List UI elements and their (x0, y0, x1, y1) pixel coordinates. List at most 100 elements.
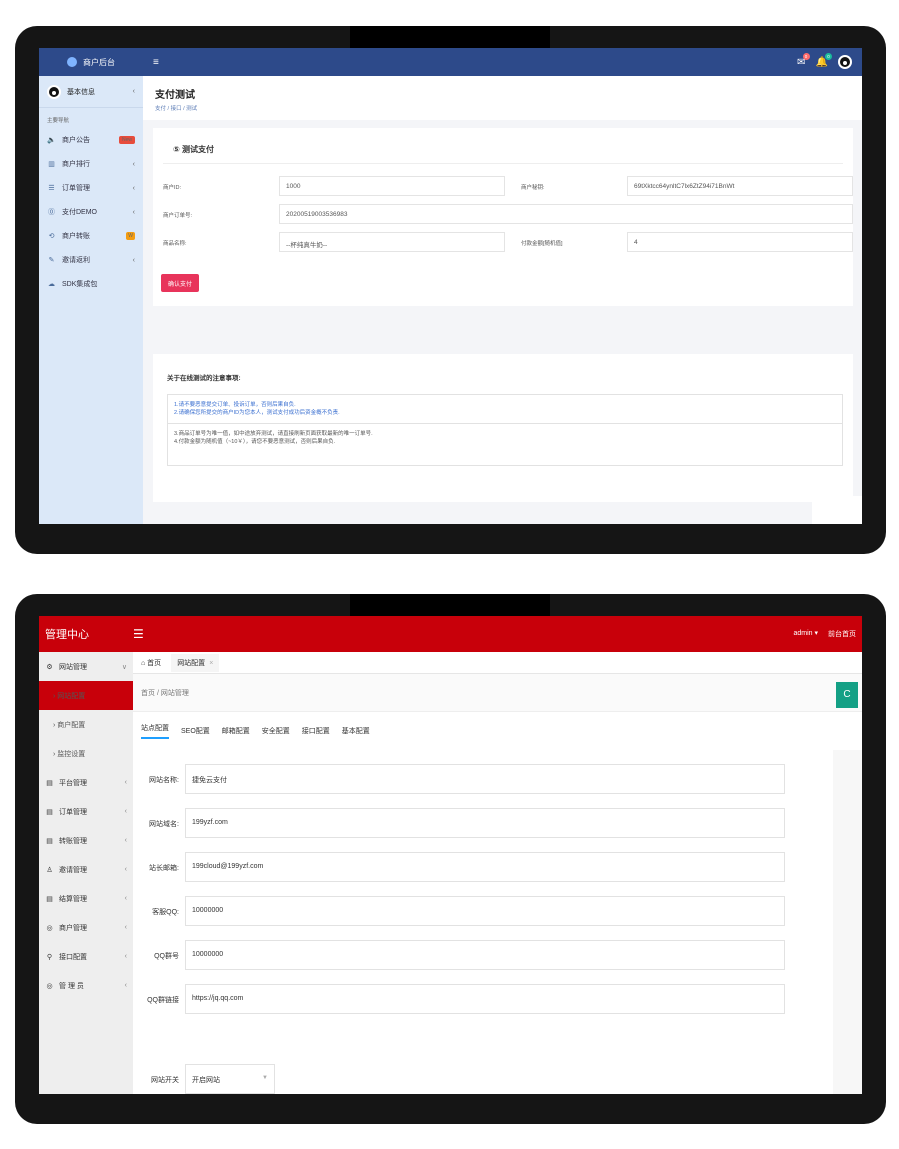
notice-line: 4.付款金额为随机值（~10￥），请您不要恶意测试，否则后果自负. (174, 439, 336, 445)
brand[interactable]: 商户后台 (39, 48, 143, 76)
chevron-left-icon: ‹ (132, 256, 135, 264)
brand-title: 商户后台 (83, 57, 115, 67)
nav-pay-demo[interactable]: ⓪ 支付DEMO ‹ (39, 200, 143, 224)
nav-label: 订单管理 (59, 808, 87, 816)
nav-label: 管 理 员 (59, 982, 84, 990)
config-tab[interactable]: 站点配置 (141, 723, 169, 739)
form-row: 客服QQ: 10000000 (133, 896, 833, 926)
nav-sdk-package[interactable]: ☁ SDK集成包 (39, 272, 143, 296)
nav-site-config[interactable]: › 网站配置 (39, 681, 133, 710)
user-panel[interactable]: 基本信息 ‹ (39, 76, 143, 108)
nav-label: 订单管理 (62, 185, 90, 192)
notice-line: 2.请确保您所提交的商户ID为您本人，测试支付成功后资金概不负责. (174, 410, 340, 416)
nav-label: 邀请返利 (62, 257, 90, 264)
tab-home[interactable]: ⌂ 首页 (141, 658, 161, 668)
mail-icon[interactable]: ✉ 0 (797, 52, 810, 68)
mail-count-badge: 0 (802, 52, 810, 60)
hamburger-icon[interactable]: ≡ (153, 57, 159, 68)
nav-label: 平台管理 (59, 779, 87, 787)
screen-admin-center: 管理中心 ☰ admin ▾ 前台首页 ⚙ 网站管理 ∨ › 网站配置 › 商户配置 › … (39, 616, 862, 1094)
page-tabs: ⌂ 首页 网站配置 × (133, 652, 862, 674)
confirm-pay-button[interactable]: 确认支付 (161, 274, 199, 292)
nav-merchant-notice[interactable]: 🔈 商户公告 New (39, 128, 143, 152)
order-no-label: 商户订单号: (163, 213, 193, 219)
config-tab[interactable]: 接口配置 (302, 726, 330, 736)
admin-user-menu[interactable]: admin ▾ (793, 629, 818, 639)
order-no-input[interactable]: 20200519003536983 (279, 204, 853, 224)
nav-admin[interactable]: ◎ 管 理 员 ‹ (39, 971, 133, 1000)
bell-icon[interactable]: 🔔 0 (816, 52, 832, 68)
hamburger-icon[interactable]: ☰ (133, 627, 144, 641)
nav-api-config[interactable]: ⚲ 接口配置 ‹ (39, 942, 133, 971)
nav-site-manage[interactable]: ⚙ 网站管理 ∨ (39, 652, 133, 681)
field-label: 网站名称: (149, 777, 179, 784)
config-tab[interactable]: 邮箱配置 (222, 726, 250, 736)
site-switch-label: 网站开关 (151, 1077, 179, 1084)
config-tab[interactable]: SEO配置 (181, 726, 210, 736)
field-label: 客服QQ: (152, 909, 179, 916)
brand-title[interactable]: 管理中心 (39, 626, 133, 642)
field-input[interactable]: 199cloud@199yzf.com (185, 852, 785, 882)
form-row: QQ群链接 https://jq.qq.com (133, 984, 833, 1014)
nav-invite-rebate[interactable]: ✎ 邀请返利 ‹ (39, 248, 143, 272)
nav-platform-manage[interactable]: ▤ 平台管理 ‹ (39, 768, 133, 797)
doc-icon: ▤ (46, 837, 53, 845)
form-area: 网站开关 开启网站 ▼ 网站名称: 捷免云支付网站域名: 199yzf.com 站长邮… (133, 750, 862, 1094)
chevron-left-icon: ‹ (124, 779, 127, 786)
form-row: 商品名称: --杯纯真牛奶-- 付款金额[随机值] 4 (163, 232, 853, 254)
monitor-camera-notch (350, 594, 550, 616)
field-input[interactable]: https://jq.qq.com (185, 984, 785, 1014)
nav-section-label: 主要导航 (47, 118, 70, 124)
coin-icon: ◎ (46, 924, 53, 932)
nav-transfer-manage[interactable]: ▤ 转账管理 ‹ (39, 826, 133, 855)
test-pay-card: ⑤ 测试支付 商户ID: 1000 商户秘钥: 69tXktcc64ynltC7… (153, 128, 853, 306)
close-icon[interactable]: × (209, 660, 213, 667)
top-bar-actions: admin ▾ 前台首页 (793, 629, 862, 639)
chevron-left-icon: ‹ (132, 88, 135, 95)
config-tab[interactable]: 基本配置 (342, 726, 370, 736)
nav-invite-manage[interactable]: ♙ 邀请管理 ‹ (39, 855, 133, 884)
frontpage-link[interactable]: 前台首页 (828, 629, 856, 639)
avatar (47, 84, 61, 99)
speaker-icon: 🔈 (47, 137, 56, 144)
top-avatar[interactable] (838, 55, 852, 69)
nav-merchant-ranking[interactable]: ▥ 商户排行 ‹ (39, 152, 143, 176)
refresh-button[interactable]: C (836, 682, 858, 708)
field-input[interactable]: 捷免云支付 (185, 764, 785, 794)
nav-label: › 商户配置 (53, 721, 86, 729)
config-tab[interactable]: 安全配置 (262, 726, 290, 736)
nav-merchant-transfer[interactable]: ⟲ 商户转账 W (39, 224, 143, 248)
chart-icon: ▥ (48, 161, 55, 168)
amount-input[interactable]: 4 (627, 232, 853, 252)
count-badge: W (126, 232, 135, 240)
coin-icon: ◎ (46, 982, 53, 990)
field-input[interactable]: 199yzf.com (185, 808, 785, 838)
breadcrumb[interactable]: 支付 / 接口 / 测试 (155, 104, 850, 112)
monitor-camera-notch (350, 26, 550, 48)
config-tabs: 站点配置 SEO配置 邮箱配置 安全配置 接口配置 基本配置 (133, 712, 862, 750)
nav-merchant-manage[interactable]: ◎ 商户管理 ‹ (39, 913, 133, 942)
breadcrumb: 首页 / 网站管理 C (133, 674, 862, 712)
chevron-left-icon: ‹ (124, 866, 127, 873)
site-switch-select[interactable]: 开启网站 ▼ (185, 1064, 275, 1094)
product-input[interactable]: --杯纯真牛奶-- (279, 232, 505, 252)
merchant-key-input[interactable]: 69tXktcc64ynltC7lx6ZtZ94i71BnWt (627, 176, 853, 196)
breadcrumb-text[interactable]: 首页 / 网站管理 (141, 688, 189, 698)
form-row: 站长邮箱: 199cloud@199yzf.com (133, 852, 833, 882)
nav-label: › 监控设置 (53, 750, 86, 758)
merchant-key-label: 商户秘钥: (521, 185, 545, 191)
nav-order-manage[interactable]: ☰ 订单管理 ‹ (39, 176, 143, 200)
merchant-id-input[interactable]: 1000 (279, 176, 505, 196)
nav-label: 支付DEMO (62, 209, 97, 216)
field-input[interactable]: 10000000 (185, 896, 785, 926)
corner-panel (812, 496, 862, 524)
nav-monitor-config[interactable]: › 监控设置 (39, 739, 133, 768)
nav-settle-manage[interactable]: ▤ 结算管理 ‹ (39, 884, 133, 913)
form-row: QQ群号 10000000 (133, 940, 833, 970)
tab-site-config[interactable]: 网站配置 × (171, 653, 220, 672)
nav-order-manage[interactable]: ▤ 订单管理 ‹ (39, 797, 133, 826)
field-input[interactable]: 10000000 (185, 940, 785, 970)
nav-merchant-config[interactable]: › 商户配置 (39, 710, 133, 739)
form-row: 商户订单号: 20200519003536983 (163, 204, 853, 226)
form-row: 网站域名: 199yzf.com (133, 808, 833, 838)
